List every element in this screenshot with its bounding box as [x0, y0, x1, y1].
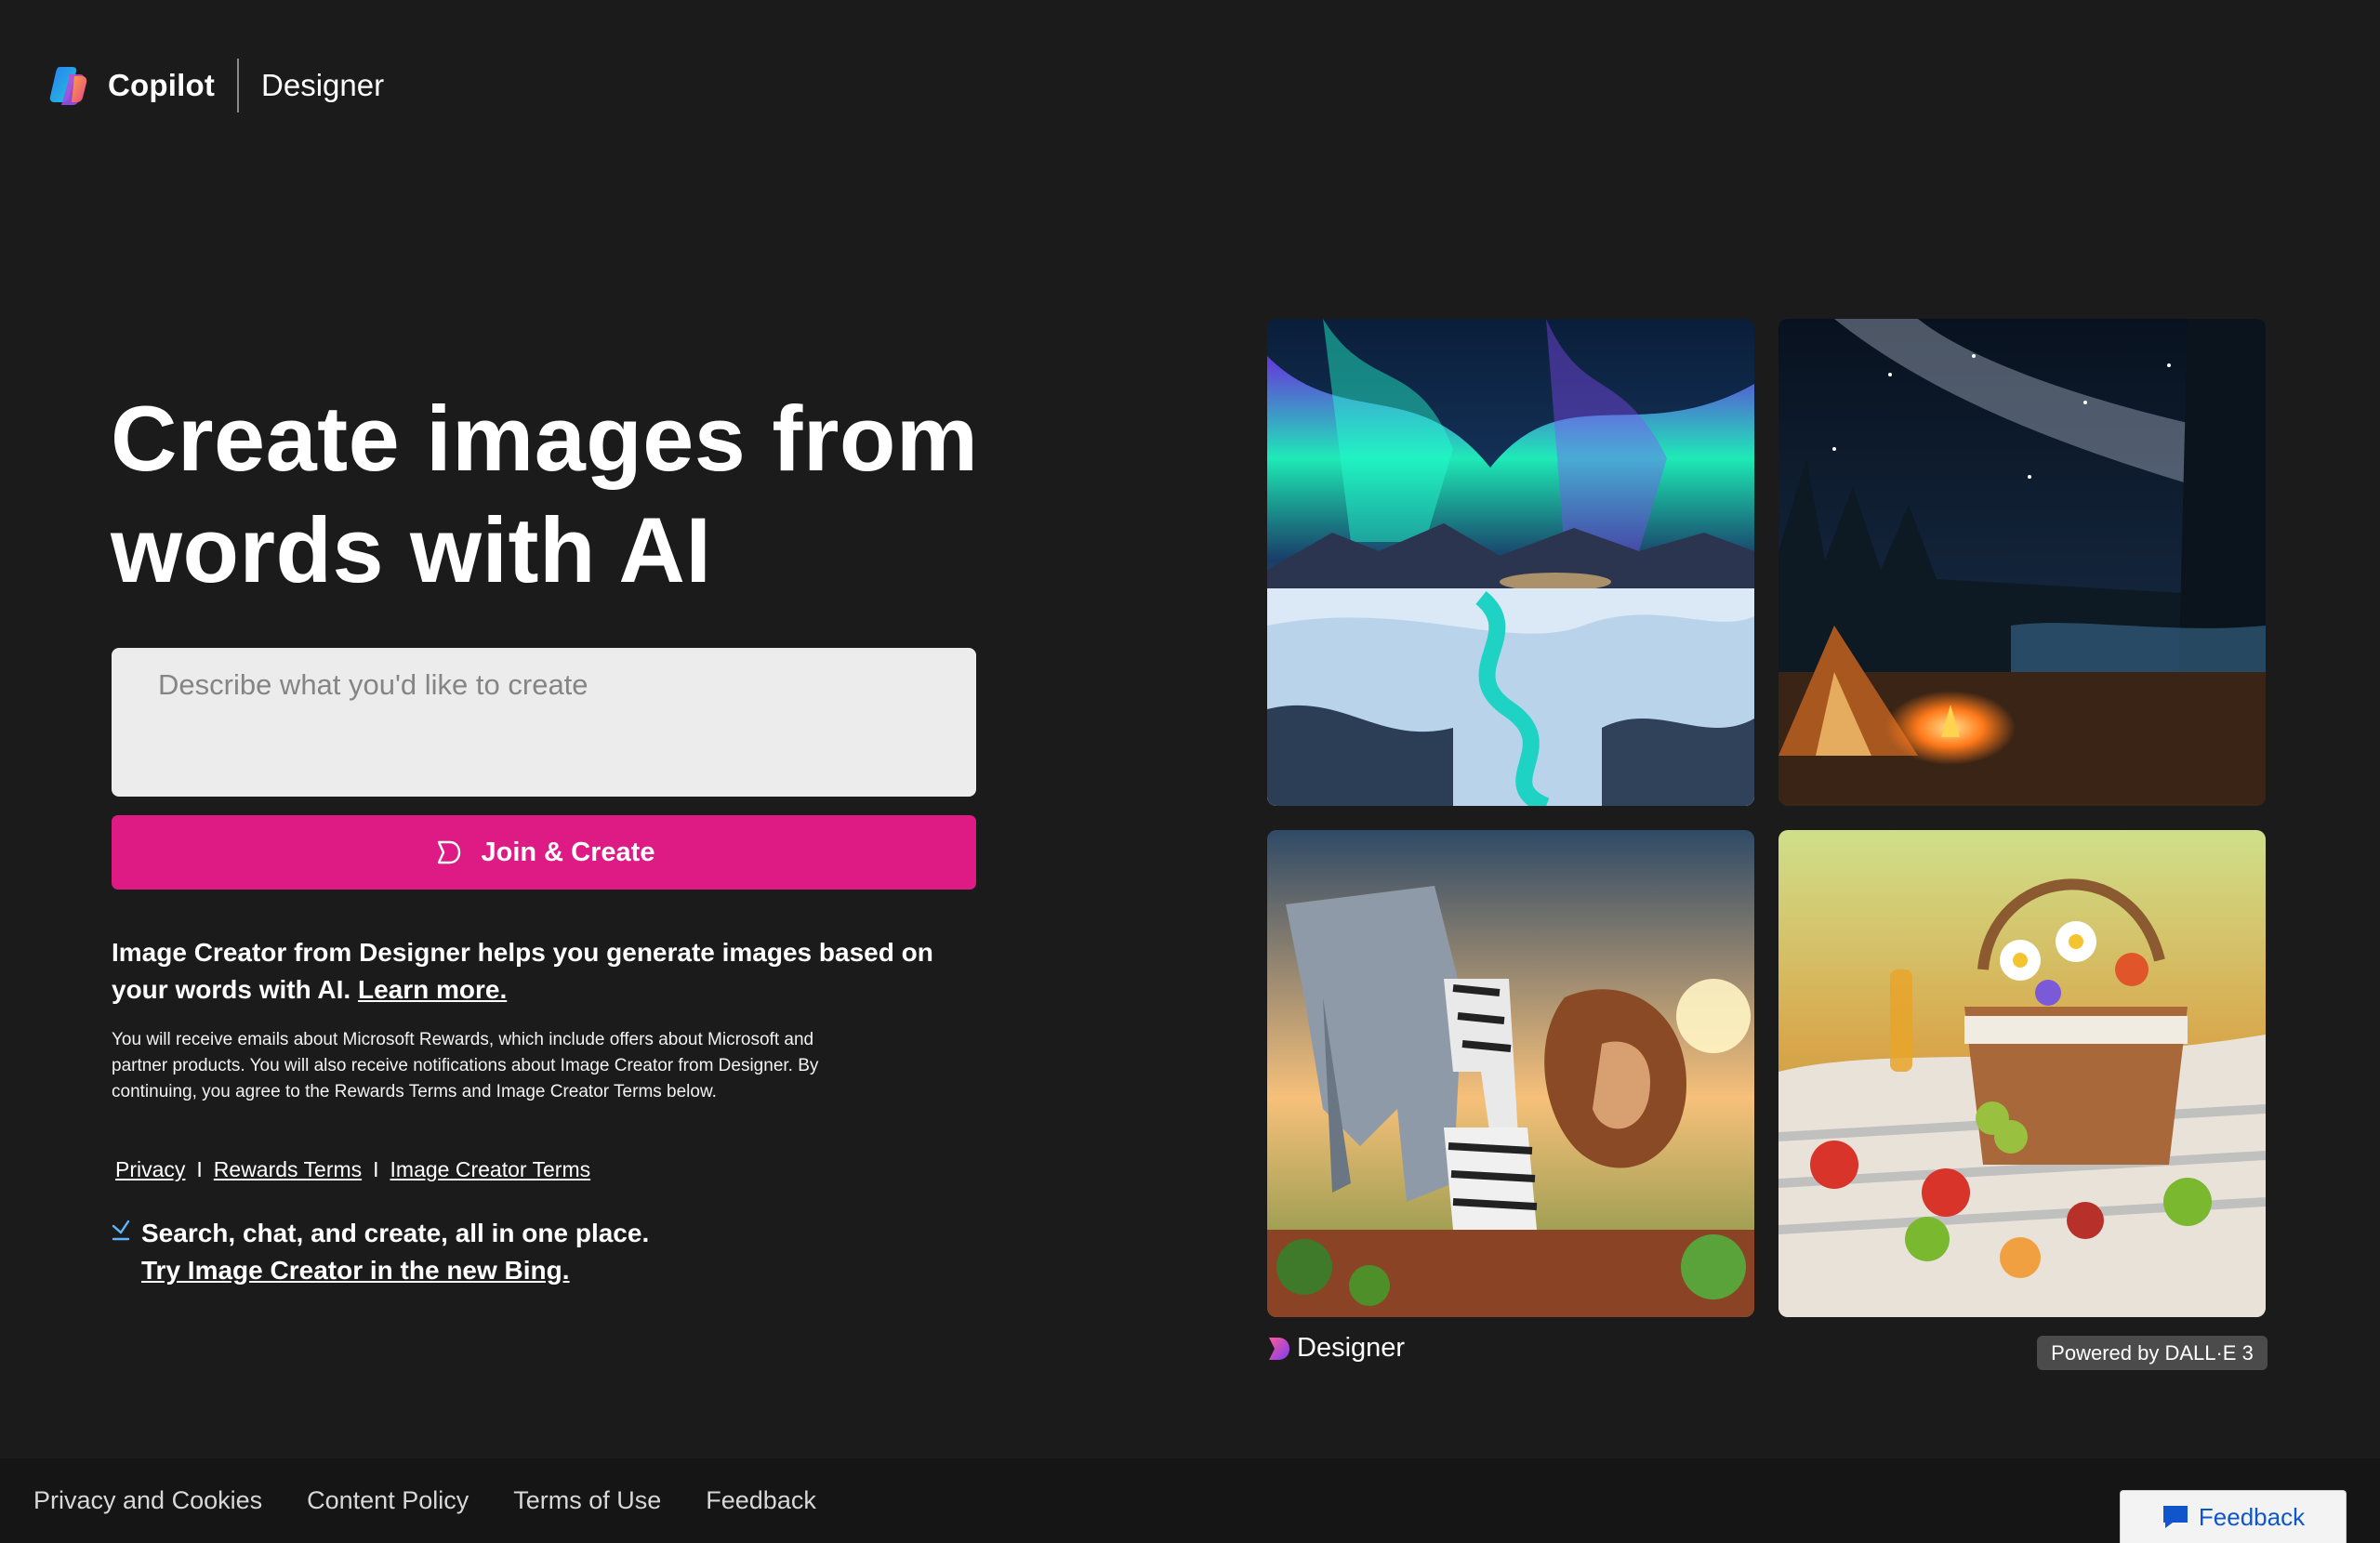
- rewards-terms-link[interactable]: Rewards Terms: [214, 1157, 362, 1182]
- join-and-create-button[interactable]: Join & Create: [112, 815, 976, 890]
- rewards-disclaimer: You will receive emails about Microsoft …: [112, 1030, 819, 1101]
- designer-label: Designer: [1297, 1333, 1406, 1363]
- image-creator-terms-link[interactable]: Image Creator Terms: [390, 1157, 591, 1182]
- terms-links: Privacy I Rewards Terms I Image Creator …: [115, 1157, 590, 1182]
- privacy-link[interactable]: Privacy: [115, 1157, 185, 1182]
- learn-more-link[interactable]: Learn more.: [358, 975, 507, 1004]
- footer: Privacy and Cookies Content Policy Terms…: [0, 1458, 2380, 1543]
- sparkle-icon: [112, 1220, 130, 1241]
- night-camp-milky-way-image: [1778, 319, 2266, 806]
- powered-by-badge: Powered by DALL·E 3: [2037, 1336, 2268, 1370]
- gallery-image-origami-animals[interactable]: [1267, 830, 1754, 1317]
- designer-badge: Designer: [1267, 1333, 1405, 1364]
- copilot-logo-icon[interactable]: [46, 63, 91, 108]
- chat-bubble-icon: [2162, 1506, 2188, 1528]
- link-separator: I: [196, 1157, 203, 1181]
- bing-promo-text: Search, chat, and create, all in one pla…: [141, 1215, 649, 1289]
- product-name[interactable]: Designer: [261, 68, 384, 103]
- bing-promo: Search, chat, and create, all in one pla…: [110, 1215, 649, 1289]
- gallery-image-camp[interactable]: [1778, 319, 2266, 806]
- header: Copilot Designer: [46, 58, 384, 113]
- footer-feedback-link[interactable]: Feedback: [706, 1486, 816, 1515]
- footer-privacy-cookies-link[interactable]: Privacy and Cookies: [33, 1486, 262, 1515]
- info-description: Image Creator from Designer helps you ge…: [112, 938, 933, 1004]
- page-title: Create images from words with AI: [111, 387, 979, 601]
- gallery-image-picnic[interactable]: [1778, 830, 2266, 1317]
- link-separator: I: [373, 1157, 379, 1181]
- info-text: Image Creator from Designer helps you ge…: [112, 934, 995, 1009]
- footer-content-policy-link[interactable]: Content Policy: [307, 1486, 469, 1515]
- feedback-button-label: Feedback: [2198, 1502, 2306, 1531]
- brand-name[interactable]: Copilot: [108, 68, 215, 103]
- feedback-button[interactable]: Feedback: [2120, 1490, 2347, 1543]
- footer-terms-of-use-link[interactable]: Terms of Use: [513, 1486, 661, 1515]
- origami-animals-savanna-image: [1267, 830, 1754, 1317]
- create-spark-icon: [437, 840, 460, 864]
- bing-promo-line: Search, chat, and create, all in one pla…: [141, 1219, 650, 1247]
- prompt-input[interactable]: [112, 648, 976, 797]
- picnic-basket-meadow-image: [1778, 830, 2266, 1317]
- designer-logo-icon: [1269, 1337, 1289, 1360]
- aurora-landscape-image: [1267, 319, 1754, 806]
- gallery-image-aurora[interactable]: [1267, 319, 1754, 806]
- try-new-bing-link[interactable]: Try Image Creator in the new Bing.: [141, 1256, 570, 1285]
- header-divider: [237, 59, 240, 112]
- page: Copilot Designer Create images from word…: [0, 0, 2380, 1543]
- join-and-create-label: Join & Create: [481, 837, 655, 867]
